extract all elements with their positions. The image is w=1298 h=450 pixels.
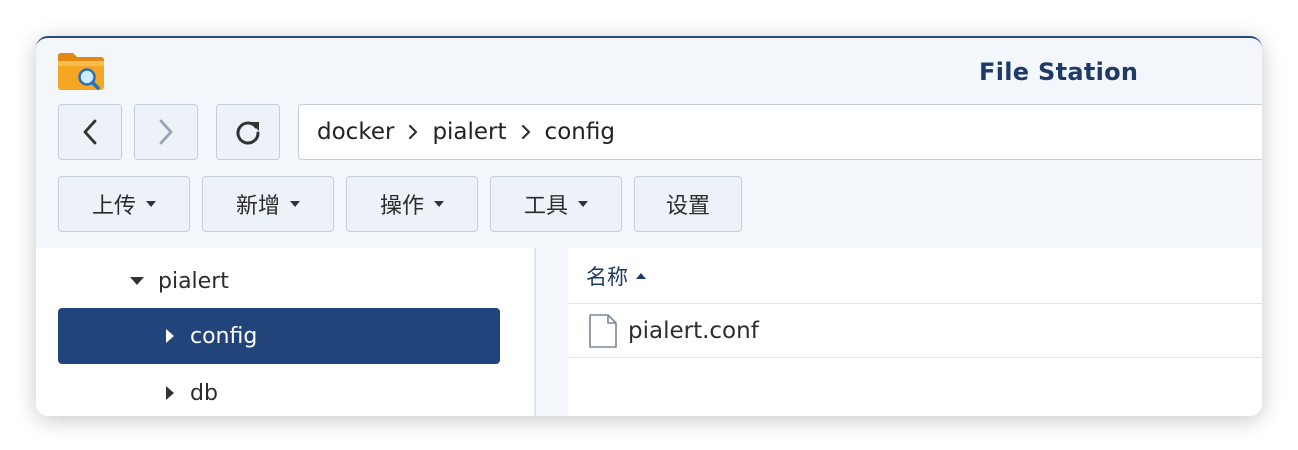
- path-breadcrumb[interactable]: docker pialert config: [298, 104, 1262, 160]
- file-list: 名称 pialert.conf: [568, 248, 1262, 416]
- file-row[interactable]: pialert.conf: [568, 304, 1262, 358]
- refresh-icon: [236, 121, 260, 145]
- document-icon: [589, 313, 617, 348]
- tree-item-pialert[interactable]: pialert: [130, 258, 229, 304]
- file-name: pialert.conf: [628, 317, 759, 344]
- tools-button[interactable]: 工具: [490, 176, 622, 232]
- collapse-arrow-icon[interactable]: [166, 329, 174, 343]
- forward-button[interactable]: [134, 104, 198, 160]
- sort-ascending-icon: [636, 272, 646, 279]
- settings-button[interactable]: 设置: [634, 176, 742, 232]
- dropdown-caret-icon: [578, 201, 588, 207]
- dropdown-caret-icon: [434, 201, 444, 207]
- breadcrumb-config[interactable]: config: [545, 119, 615, 145]
- title-bar: File Station: [36, 38, 1262, 104]
- breadcrumb-separator-icon: [408, 124, 418, 140]
- tools-label: 工具: [523, 194, 568, 219]
- column-header-label: 名称: [586, 264, 628, 289]
- column-header-name[interactable]: 名称: [568, 248, 1262, 304]
- collapse-arrow-icon[interactable]: [166, 386, 174, 400]
- file-station-folder-icon: [58, 53, 104, 90]
- app-title: File Station: [979, 58, 1139, 86]
- upload-label: 上传: [91, 194, 136, 219]
- back-button[interactable]: [58, 104, 122, 160]
- tree-item-label: config: [190, 323, 258, 349]
- dropdown-caret-icon: [146, 201, 156, 207]
- file-station-window: File Station docker pialert config 上传 新增: [36, 36, 1262, 416]
- dropdown-caret-icon: [290, 201, 300, 207]
- chevron-left-icon: [83, 119, 97, 145]
- settings-label: 设置: [665, 194, 710, 219]
- upload-button[interactable]: 上传: [58, 176, 190, 232]
- chevron-right-icon: [159, 119, 173, 145]
- breadcrumb-separator-icon: [521, 124, 531, 140]
- tree-item-db[interactable]: db: [166, 370, 218, 416]
- create-button[interactable]: 新增: [202, 176, 334, 232]
- tree-item-config[interactable]: config: [58, 308, 500, 364]
- create-label: 新增: [235, 194, 280, 219]
- action-button[interactable]: 操作: [346, 176, 478, 232]
- breadcrumb-docker[interactable]: docker: [317, 119, 394, 145]
- folder-tree: pialert config db: [36, 248, 534, 416]
- refresh-button[interactable]: [216, 104, 280, 160]
- breadcrumb-pialert[interactable]: pialert: [432, 119, 506, 145]
- tree-item-label: pialert: [158, 268, 229, 294]
- tree-item-label: db: [190, 380, 218, 406]
- panel-splitter[interactable]: [534, 248, 536, 416]
- expand-arrow-icon[interactable]: [130, 277, 144, 285]
- action-label: 操作: [379, 194, 424, 219]
